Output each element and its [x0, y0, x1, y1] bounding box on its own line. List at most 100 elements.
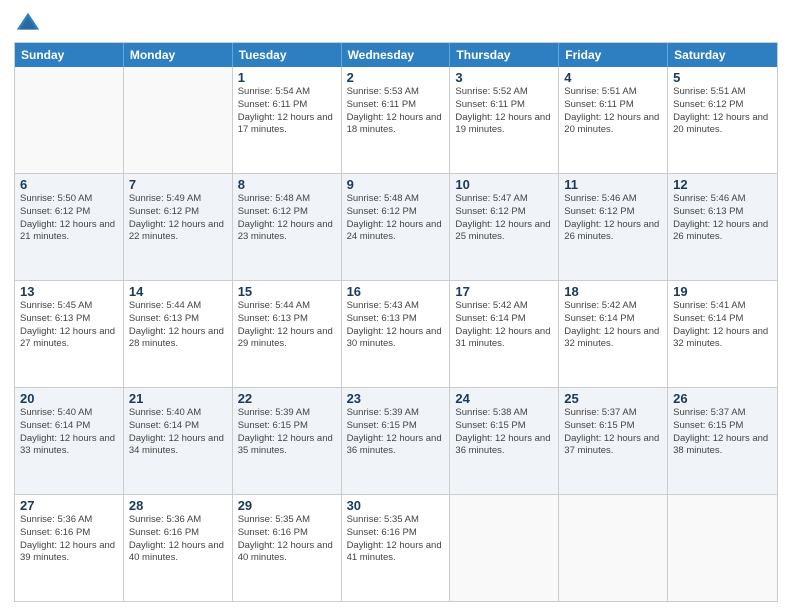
day-info: Sunrise: 5:48 AM Sunset: 6:12 PM Dayligh…: [347, 193, 445, 244]
cal-cell-4-2: 21Sunrise: 5:40 AM Sunset: 6:14 PM Dayli…: [124, 388, 233, 494]
day-info: Sunrise: 5:42 AM Sunset: 6:14 PM Dayligh…: [455, 300, 553, 351]
day-info: Sunrise: 5:52 AM Sunset: 6:11 PM Dayligh…: [455, 86, 553, 137]
day-info: Sunrise: 5:47 AM Sunset: 6:12 PM Dayligh…: [455, 193, 553, 244]
day-info: Sunrise: 5:49 AM Sunset: 6:12 PM Dayligh…: [129, 193, 227, 244]
day-number: 13: [20, 284, 118, 299]
cal-cell-2-4: 9Sunrise: 5:48 AM Sunset: 6:12 PM Daylig…: [342, 174, 451, 280]
day-info: Sunrise: 5:38 AM Sunset: 6:15 PM Dayligh…: [455, 407, 553, 458]
cal-cell-3-6: 18Sunrise: 5:42 AM Sunset: 6:14 PM Dayli…: [559, 281, 668, 387]
calendar-row-1: 1Sunrise: 5:54 AM Sunset: 6:11 PM Daylig…: [15, 67, 777, 173]
day-info: Sunrise: 5:35 AM Sunset: 6:16 PM Dayligh…: [347, 514, 445, 565]
calendar-header: SundayMondayTuesdayWednesdayThursdayFrid…: [15, 43, 777, 67]
day-info: Sunrise: 5:44 AM Sunset: 6:13 PM Dayligh…: [238, 300, 336, 351]
day-number: 9: [347, 177, 445, 192]
day-info: Sunrise: 5:53 AM Sunset: 6:11 PM Dayligh…: [347, 86, 445, 137]
page: SundayMondayTuesdayWednesdayThursdayFrid…: [0, 0, 792, 612]
cal-cell-4-5: 24Sunrise: 5:38 AM Sunset: 6:15 PM Dayli…: [450, 388, 559, 494]
day-number: 27: [20, 498, 118, 513]
day-number: 4: [564, 70, 662, 85]
day-info: Sunrise: 5:42 AM Sunset: 6:14 PM Dayligh…: [564, 300, 662, 351]
day-info: Sunrise: 5:37 AM Sunset: 6:15 PM Dayligh…: [564, 407, 662, 458]
cal-cell-2-2: 7Sunrise: 5:49 AM Sunset: 6:12 PM Daylig…: [124, 174, 233, 280]
day-number: 22: [238, 391, 336, 406]
day-info: Sunrise: 5:36 AM Sunset: 6:16 PM Dayligh…: [129, 514, 227, 565]
header-cell-wednesday: Wednesday: [342, 43, 451, 67]
day-number: 2: [347, 70, 445, 85]
day-number: 18: [564, 284, 662, 299]
cal-cell-1-1: [15, 67, 124, 173]
day-info: Sunrise: 5:45 AM Sunset: 6:13 PM Dayligh…: [20, 300, 118, 351]
day-info: Sunrise: 5:46 AM Sunset: 6:12 PM Dayligh…: [564, 193, 662, 244]
cal-cell-1-4: 2Sunrise: 5:53 AM Sunset: 6:11 PM Daylig…: [342, 67, 451, 173]
day-info: Sunrise: 5:40 AM Sunset: 6:14 PM Dayligh…: [20, 407, 118, 458]
cal-cell-4-7: 26Sunrise: 5:37 AM Sunset: 6:15 PM Dayli…: [668, 388, 777, 494]
day-number: 26: [673, 391, 772, 406]
cal-cell-3-3: 15Sunrise: 5:44 AM Sunset: 6:13 PM Dayli…: [233, 281, 342, 387]
cal-cell-2-3: 8Sunrise: 5:48 AM Sunset: 6:12 PM Daylig…: [233, 174, 342, 280]
day-info: Sunrise: 5:40 AM Sunset: 6:14 PM Dayligh…: [129, 407, 227, 458]
day-number: 15: [238, 284, 336, 299]
cal-cell-5-5: [450, 495, 559, 601]
day-info: Sunrise: 5:48 AM Sunset: 6:12 PM Dayligh…: [238, 193, 336, 244]
cal-cell-5-7: [668, 495, 777, 601]
cal-cell-2-5: 10Sunrise: 5:47 AM Sunset: 6:12 PM Dayli…: [450, 174, 559, 280]
day-number: 7: [129, 177, 227, 192]
calendar-row-2: 6Sunrise: 5:50 AM Sunset: 6:12 PM Daylig…: [15, 173, 777, 280]
cal-cell-5-4: 30Sunrise: 5:35 AM Sunset: 6:16 PM Dayli…: [342, 495, 451, 601]
day-number: 12: [673, 177, 772, 192]
day-number: 19: [673, 284, 772, 299]
day-info: Sunrise: 5:43 AM Sunset: 6:13 PM Dayligh…: [347, 300, 445, 351]
header-cell-thursday: Thursday: [450, 43, 559, 67]
day-info: Sunrise: 5:46 AM Sunset: 6:13 PM Dayligh…: [673, 193, 772, 244]
cal-cell-3-4: 16Sunrise: 5:43 AM Sunset: 6:13 PM Dayli…: [342, 281, 451, 387]
logo: [14, 10, 46, 38]
cal-cell-2-7: 12Sunrise: 5:46 AM Sunset: 6:13 PM Dayli…: [668, 174, 777, 280]
logo-icon: [14, 10, 42, 38]
cal-cell-1-3: 1Sunrise: 5:54 AM Sunset: 6:11 PM Daylig…: [233, 67, 342, 173]
day-number: 6: [20, 177, 118, 192]
cal-cell-1-7: 5Sunrise: 5:51 AM Sunset: 6:12 PM Daylig…: [668, 67, 777, 173]
day-info: Sunrise: 5:37 AM Sunset: 6:15 PM Dayligh…: [673, 407, 772, 458]
day-number: 8: [238, 177, 336, 192]
day-info: Sunrise: 5:54 AM Sunset: 6:11 PM Dayligh…: [238, 86, 336, 137]
cal-cell-5-3: 29Sunrise: 5:35 AM Sunset: 6:16 PM Dayli…: [233, 495, 342, 601]
day-info: Sunrise: 5:35 AM Sunset: 6:16 PM Dayligh…: [238, 514, 336, 565]
day-number: 1: [238, 70, 336, 85]
header-cell-monday: Monday: [124, 43, 233, 67]
cal-cell-2-6: 11Sunrise: 5:46 AM Sunset: 6:12 PM Dayli…: [559, 174, 668, 280]
cal-cell-1-6: 4Sunrise: 5:51 AM Sunset: 6:11 PM Daylig…: [559, 67, 668, 173]
cal-cell-2-1: 6Sunrise: 5:50 AM Sunset: 6:12 PM Daylig…: [15, 174, 124, 280]
day-number: 17: [455, 284, 553, 299]
calendar-row-3: 13Sunrise: 5:45 AM Sunset: 6:13 PM Dayli…: [15, 280, 777, 387]
header: [14, 10, 778, 38]
calendar-body: 1Sunrise: 5:54 AM Sunset: 6:11 PM Daylig…: [15, 67, 777, 601]
calendar-row-4: 20Sunrise: 5:40 AM Sunset: 6:14 PM Dayli…: [15, 387, 777, 494]
cal-cell-3-7: 19Sunrise: 5:41 AM Sunset: 6:14 PM Dayli…: [668, 281, 777, 387]
cal-cell-3-1: 13Sunrise: 5:45 AM Sunset: 6:13 PM Dayli…: [15, 281, 124, 387]
cal-cell-1-5: 3Sunrise: 5:52 AM Sunset: 6:11 PM Daylig…: [450, 67, 559, 173]
day-number: 25: [564, 391, 662, 406]
cal-cell-5-1: 27Sunrise: 5:36 AM Sunset: 6:16 PM Dayli…: [15, 495, 124, 601]
day-info: Sunrise: 5:44 AM Sunset: 6:13 PM Dayligh…: [129, 300, 227, 351]
cal-cell-4-1: 20Sunrise: 5:40 AM Sunset: 6:14 PM Dayli…: [15, 388, 124, 494]
day-number: 24: [455, 391, 553, 406]
day-info: Sunrise: 5:50 AM Sunset: 6:12 PM Dayligh…: [20, 193, 118, 244]
header-cell-sunday: Sunday: [15, 43, 124, 67]
header-cell-friday: Friday: [559, 43, 668, 67]
day-info: Sunrise: 5:39 AM Sunset: 6:15 PM Dayligh…: [347, 407, 445, 458]
day-number: 3: [455, 70, 553, 85]
day-info: Sunrise: 5:41 AM Sunset: 6:14 PM Dayligh…: [673, 300, 772, 351]
cal-cell-4-3: 22Sunrise: 5:39 AM Sunset: 6:15 PM Dayli…: [233, 388, 342, 494]
day-number: 16: [347, 284, 445, 299]
cal-cell-5-2: 28Sunrise: 5:36 AM Sunset: 6:16 PM Dayli…: [124, 495, 233, 601]
day-number: 5: [673, 70, 772, 85]
calendar-row-5: 27Sunrise: 5:36 AM Sunset: 6:16 PM Dayli…: [15, 494, 777, 601]
day-number: 21: [129, 391, 227, 406]
day-info: Sunrise: 5:36 AM Sunset: 6:16 PM Dayligh…: [20, 514, 118, 565]
day-number: 30: [347, 498, 445, 513]
day-number: 29: [238, 498, 336, 513]
cal-cell-1-2: [124, 67, 233, 173]
cal-cell-3-5: 17Sunrise: 5:42 AM Sunset: 6:14 PM Dayli…: [450, 281, 559, 387]
day-number: 23: [347, 391, 445, 406]
day-info: Sunrise: 5:39 AM Sunset: 6:15 PM Dayligh…: [238, 407, 336, 458]
